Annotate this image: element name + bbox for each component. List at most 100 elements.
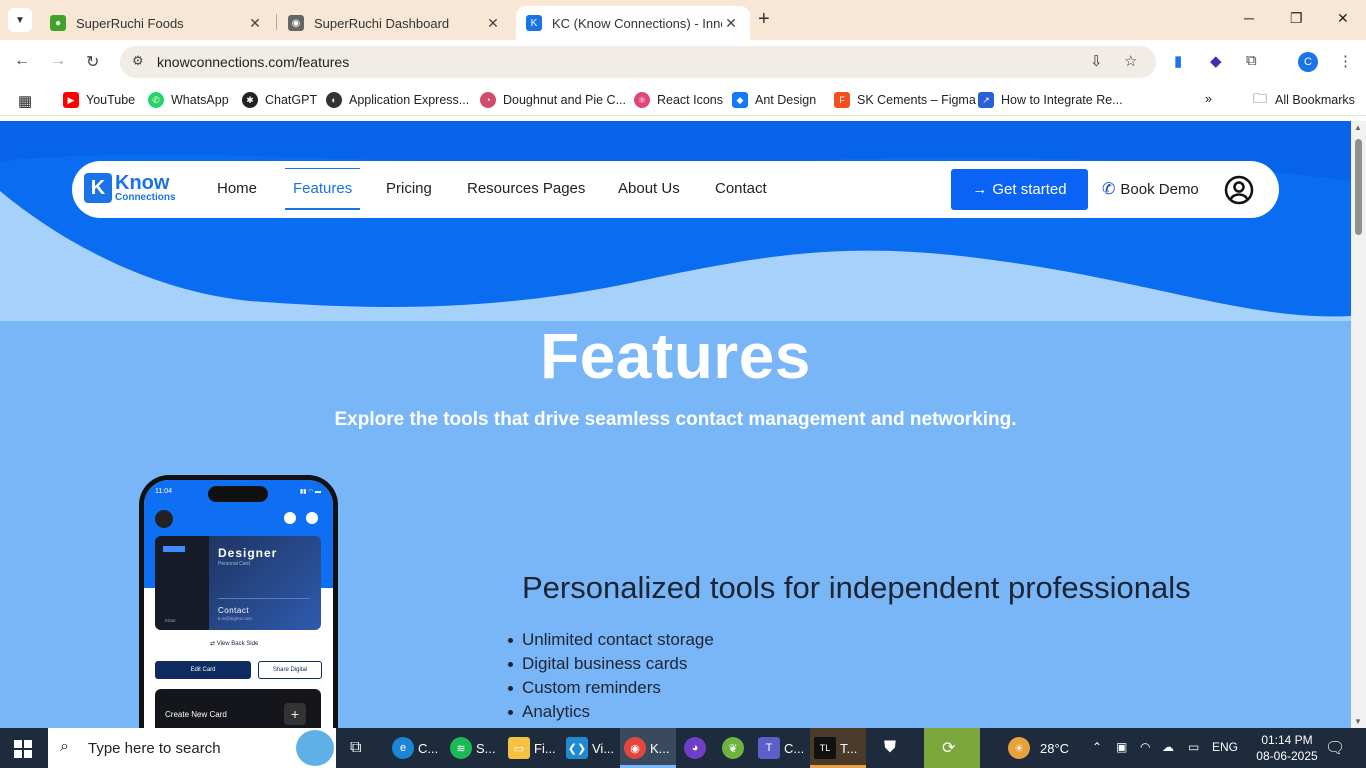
bookmark-how-to-integrate[interactable]: ↗ How to Integrate Re... — [978, 92, 1123, 108]
tab-superruchi-foods[interactable]: ● SuperRuchi Foods ✕ — [40, 6, 274, 40]
window-close-button[interactable]: ✕ — [1337, 10, 1349, 27]
extension-diamond-icon[interactable]: ◆ — [1210, 52, 1222, 70]
site-logo[interactable]: K Know Connections — [84, 173, 176, 203]
taskbar-app-edge[interactable]: e C... — [392, 736, 438, 760]
apps-grid-icon[interactable]: ▦ — [18, 92, 32, 110]
nav-features[interactable]: Features — [284, 168, 361, 210]
hero-wave-background — [0, 121, 1351, 321]
reload-button[interactable]: ↻ — [86, 52, 99, 72]
antd-icon: ◆ — [732, 92, 748, 108]
battery-icon[interactable]: ▭ — [1188, 740, 1199, 754]
security-shield-icon[interactable]: ⛊ — [884, 736, 896, 760]
more-bookmarks-icon[interactable]: » — [1205, 92, 1212, 106]
list-item: Custom reminders — [508, 676, 714, 700]
phone-time: 11:04 — [155, 488, 172, 495]
restore-button[interactable]: ❐ — [1290, 10, 1303, 27]
windows-taskbar: ⌕ Type here to search ⧉ e C... ≋ S... ▭ Fi.… — [0, 728, 1366, 768]
bookmark-star-icon[interactable]: ☆ — [1124, 52, 1137, 70]
github-icon: ◕ — [684, 737, 706, 759]
vscode-icon: ❮❯ — [566, 737, 588, 759]
apex-icon: ◐ — [326, 92, 342, 108]
bookmark-react-icons[interactable]: ⚛ React Icons — [634, 92, 723, 108]
create-new-card-panel: Create New Card + — [155, 689, 321, 728]
tab-superruchi-dashboard[interactable]: ◉ SuperRuchi Dashboard ✕ — [278, 6, 512, 40]
bookmark-application-express[interactable]: ◐ Application Express... — [326, 92, 469, 108]
page-scrollbar[interactable]: ▲ ▼ — [1351, 121, 1366, 728]
url-text[interactable]: knowconnections.com/features — [157, 54, 349, 70]
bookmark-whatsapp[interactable]: ✆ WhatsApp — [148, 92, 229, 108]
all-bookmarks-button[interactable]: 🗀 All Bookmarks — [1252, 90, 1355, 108]
language-indicator[interactable]: ENG — [1212, 740, 1238, 754]
close-icon[interactable]: ✕ — [722, 15, 740, 32]
tab-search-button[interactable]: ▼ — [8, 8, 32, 32]
taskbar-app-spotify[interactable]: ≋ S... — [450, 736, 496, 760]
close-icon[interactable]: ✕ — [484, 15, 502, 32]
new-tab-button[interactable]: + — [758, 8, 770, 31]
tl-icon: TL — [814, 737, 836, 759]
meet-now-icon[interactable]: ▣ — [1116, 740, 1127, 754]
extension-icon[interactable]: ▮ — [1174, 52, 1182, 70]
extensions-puzzle-icon[interactable]: ⧉ — [1246, 52, 1257, 69]
phone-screen: 11:04 ▮▮ ◠ ▬ Designer Personal Card Cont… — [144, 480, 333, 728]
windows-start-icon[interactable] — [14, 740, 32, 758]
user-account-icon[interactable] — [1224, 175, 1254, 205]
onedrive-cloud-icon[interactable]: ☁ — [1162, 740, 1174, 754]
scroll-up-icon[interactable]: ▲ — [1354, 123, 1362, 132]
folder-icon: 🗀 — [1253, 90, 1267, 106]
share-digital-button: Share Digital — [258, 661, 322, 679]
nav-resources-pages[interactable]: Resources Pages — [467, 180, 585, 197]
weather-widget[interactable]: ☀ 28°C — [1008, 736, 1069, 760]
get-started-button[interactable]: → Get started — [951, 169, 1088, 210]
minimize-button[interactable]: ─ — [1244, 10, 1254, 26]
scrollbar-thumb[interactable] — [1355, 139, 1362, 235]
book-demo-button[interactable]: ✆ Book Demo — [1102, 179, 1199, 199]
teams-icon: T — [758, 737, 780, 759]
show-hidden-icons[interactable]: ⌃ — [1092, 740, 1102, 754]
nav-pricing[interactable]: Pricing — [386, 180, 432, 197]
bookmark-ant-design[interactable]: ◆ Ant Design — [732, 92, 816, 108]
notifications-icon[interactable]: 🗨 — [1325, 738, 1345, 758]
network-icon[interactable]: ◠ — [1140, 740, 1150, 754]
taskbar-app-github[interactable]: ◕ — [684, 736, 710, 760]
taskbar-app-tl[interactable]: TL T... — [814, 736, 857, 760]
edit-card-button: Edit Card — [155, 661, 251, 679]
kc-logo-icon: K — [526, 15, 542, 31]
globe-icon: ◉ — [288, 15, 304, 31]
bookmark-youtube[interactable]: ▶ YouTube — [63, 92, 135, 108]
green-bowl-icon: ● — [50, 15, 66, 31]
signal-wifi-battery-icon: ▮▮ ◠ ▬ — [299, 489, 321, 495]
tab-know-connections[interactable]: K KC (Know Connections) - Innov ✕ — [516, 6, 750, 40]
taskbar-app-vscode[interactable]: ❮❯ Vi... — [566, 736, 614, 760]
chrome-icon: ◉ — [624, 737, 646, 759]
site-navbar: K Know Connections Home Features Pricing… — [72, 161, 1279, 218]
page-viewport: K Know Connections Home Features Pricing… — [0, 121, 1351, 728]
taskbar-app-spring[interactable]: ❦ — [722, 736, 748, 760]
address-bar[interactable]: ⚙ knowconnections.com/features ⇩ ☆ — [120, 46, 1156, 78]
taskbar-app-teams[interactable]: T C... — [758, 736, 804, 760]
nav-home[interactable]: Home — [217, 180, 257, 197]
forward-button[interactable]: → — [50, 52, 66, 70]
profile-avatar[interactable]: C — [1298, 52, 1318, 72]
install-app-icon[interactable]: ⇩ — [1090, 52, 1103, 70]
react-icon: ⚛ — [634, 92, 650, 108]
taskbar-app-file-explorer[interactable]: ▭ Fi... — [508, 736, 556, 760]
close-icon[interactable]: ✕ — [246, 15, 264, 32]
kebab-menu-icon[interactable]: ⋮ — [1338, 52, 1353, 70]
site-info-icon[interactable]: ⚙ — [132, 53, 144, 69]
search-highlight-image — [296, 730, 334, 766]
arrow-right-icon: → — [972, 181, 988, 198]
task-view-icon[interactable]: ⧉ — [350, 736, 361, 760]
taskbar-search-box[interactable]: ⌕ Type here to search — [48, 728, 336, 768]
bookmark-doughnut-pie[interactable]: ◔ Doughnut and Pie C... — [480, 92, 626, 108]
back-button[interactable]: ← — [14, 52, 30, 70]
nav-about-us[interactable]: About Us — [618, 180, 680, 197]
scroll-down-icon[interactable]: ▼ — [1354, 717, 1362, 726]
system-clock[interactable]: 01:14 PM 08-06-2025 — [1252, 732, 1322, 764]
taskbar-app-chrome[interactable]: ◉ K... — [624, 736, 670, 760]
sync-app-icon[interactable]: ⟳ — [942, 736, 955, 760]
phone-mockup-image: 11:04 ▮▮ ◠ ▬ Designer Personal Card Cont… — [139, 475, 338, 728]
section-heading: Personalized tools for independent profe… — [522, 570, 1191, 605]
bookmark-sk-cements-figma[interactable]: F SK Cements – Figma — [834, 92, 976, 108]
bookmark-chatgpt[interactable]: ✱ ChatGPT — [242, 92, 317, 108]
nav-contact[interactable]: Contact — [715, 180, 767, 197]
